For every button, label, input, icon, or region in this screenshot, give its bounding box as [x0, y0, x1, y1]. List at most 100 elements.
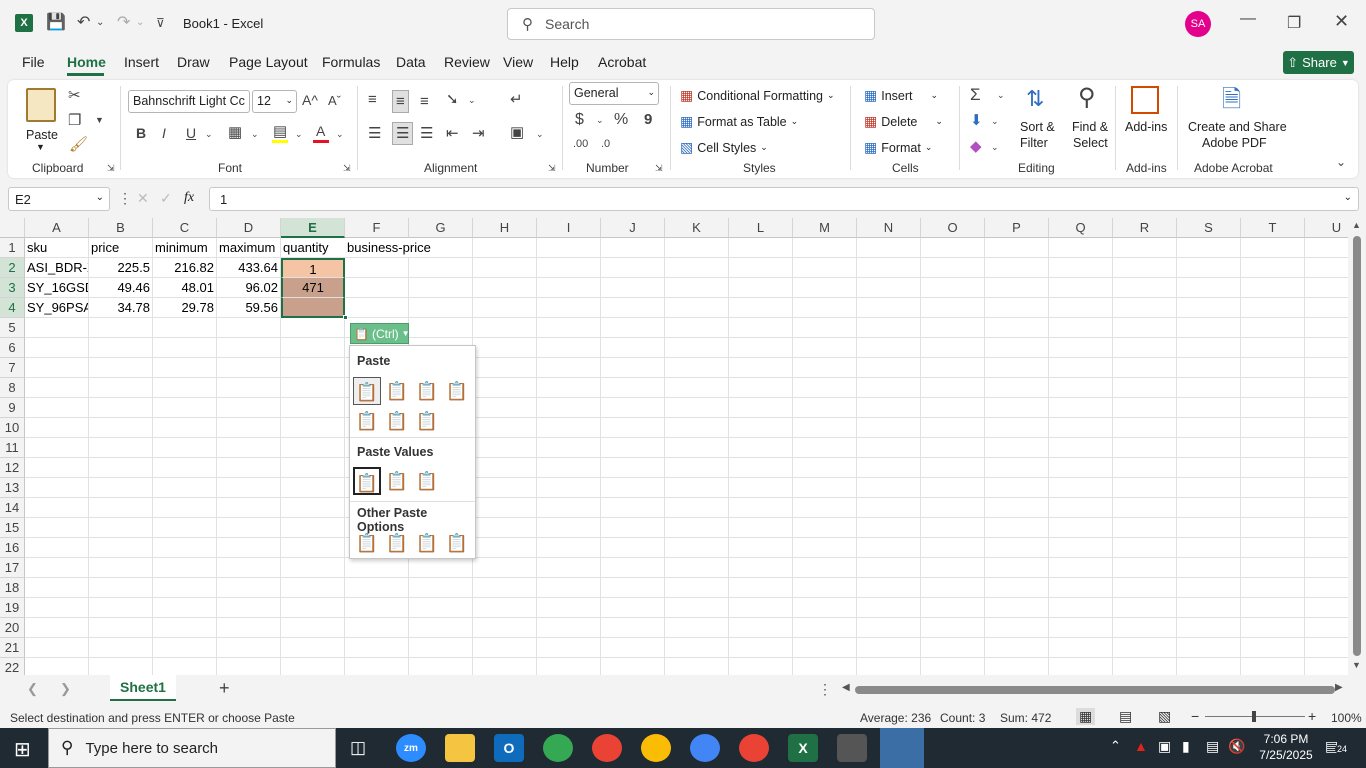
row-header-10[interactable]: 10 [0, 418, 25, 438]
cell[interactable] [1305, 658, 1348, 675]
cell[interactable] [793, 518, 857, 538]
cell[interactable] [217, 618, 281, 638]
cell[interactable] [217, 558, 281, 578]
cell[interactable] [1177, 598, 1241, 618]
cell[interactable] [793, 538, 857, 558]
next-sheet-icon[interactable]: ❯ [60, 681, 71, 697]
cell[interactable] [601, 298, 665, 318]
select-all-corner[interactable] [0, 218, 25, 238]
cell[interactable] [665, 318, 729, 338]
cell[interactable] [1305, 558, 1348, 578]
cell[interactable] [1113, 598, 1177, 618]
horizontal-scrollbar[interactable]: ◀ ▶ [840, 681, 1348, 699]
cell[interactable] [1113, 258, 1177, 278]
undo-dropdown-icon[interactable]: ⌄ [96, 17, 104, 28]
cell[interactable] [601, 258, 665, 278]
cell[interactable] [25, 498, 89, 518]
cell[interactable] [793, 398, 857, 418]
formula-input[interactable]: 1 ⌄ [209, 187, 1359, 211]
cell[interactable] [153, 538, 217, 558]
cell[interactable] [537, 518, 601, 538]
cell[interactable] [729, 618, 793, 638]
cell[interactable] [1049, 258, 1113, 278]
cell[interactable] [473, 658, 537, 675]
cell[interactable] [793, 618, 857, 638]
cell[interactable] [665, 658, 729, 675]
autosum-icon[interactable]: Σ [970, 86, 981, 103]
cell[interactable] [1241, 458, 1305, 478]
cell[interactable] [345, 618, 409, 638]
zoom-app-icon[interactable]: zm [396, 734, 426, 762]
cell[interactable] [985, 558, 1049, 578]
cell[interactable] [1177, 658, 1241, 675]
cell[interactable] [921, 298, 985, 318]
row-header-14[interactable]: 14 [0, 498, 25, 518]
prev-sheet-icon[interactable]: ❮ [27, 681, 38, 697]
cell[interactable] [985, 658, 1049, 675]
grow-font-icon[interactable]: A^ [302, 93, 318, 107]
cell[interactable] [729, 398, 793, 418]
cell[interactable] [729, 298, 793, 318]
qat-customize-icon[interactable]: ⊽ [156, 16, 165, 30]
cell[interactable] [281, 538, 345, 558]
cell[interactable] [409, 638, 473, 658]
row-header-6[interactable]: 6 [0, 338, 25, 358]
cell[interactable] [345, 638, 409, 658]
values-number-format-icon[interactable]: 📋 [383, 467, 411, 495]
cell[interactable] [985, 638, 1049, 658]
cell[interactable] [601, 538, 665, 558]
cell[interactable] [601, 278, 665, 298]
add-ins-button[interactable]: Add-ins [1122, 86, 1172, 146]
cell[interactable] [25, 358, 89, 378]
data-cell[interactable] [281, 298, 345, 318]
cell[interactable] [1049, 358, 1113, 378]
cell[interactable] [665, 238, 729, 258]
bold-button[interactable]: B [136, 126, 146, 140]
cell[interactable] [665, 498, 729, 518]
cell[interactable] [89, 558, 153, 578]
cell[interactable] [153, 318, 217, 338]
cell[interactable] [25, 578, 89, 598]
cell[interactable] [857, 578, 921, 598]
cell[interactable] [1049, 438, 1113, 458]
tab-draw[interactable]: Draw [177, 54, 210, 70]
row-header-11[interactable]: 11 [0, 438, 25, 458]
cell[interactable] [665, 378, 729, 398]
column-header-t[interactable]: T [1241, 218, 1305, 238]
cell[interactable] [1241, 518, 1305, 538]
top-align-icon[interactable]: ≡ [368, 92, 377, 107]
cell[interactable] [537, 278, 601, 298]
tab-file[interactable]: File [22, 54, 45, 70]
cell[interactable] [217, 438, 281, 458]
sheet-tab-sheet1[interactable]: Sheet1 [110, 675, 176, 701]
cell[interactable] [729, 638, 793, 658]
cell[interactable] [857, 398, 921, 418]
cell[interactable] [1177, 558, 1241, 578]
cell[interactable] [665, 518, 729, 538]
cell[interactable] [985, 418, 1049, 438]
row-header-12[interactable]: 12 [0, 458, 25, 478]
meet-now-icon[interactable]: ▣ [1158, 738, 1171, 755]
cell[interactable] [921, 558, 985, 578]
cell[interactable] [601, 438, 665, 458]
conditional-formatting-button[interactable]: ▦ Conditional Formatting ⌄ [680, 87, 835, 104]
cell[interactable] [793, 598, 857, 618]
cell[interactable] [729, 378, 793, 398]
cell[interactable] [537, 298, 601, 318]
cell[interactable] [601, 338, 665, 358]
data-cell[interactable]: 433.64 [217, 258, 281, 278]
cell[interactable] [1177, 578, 1241, 598]
cell[interactable] [1241, 618, 1305, 638]
cell[interactable] [217, 418, 281, 438]
middle-align-icon[interactable]: ≡ [392, 90, 409, 113]
cell[interactable] [281, 598, 345, 618]
cell[interactable] [537, 598, 601, 618]
number-launcher-icon[interactable]: ⇲ [655, 164, 663, 173]
italic-button[interactable]: I [162, 126, 166, 140]
cell[interactable] [921, 398, 985, 418]
cell[interactable] [601, 318, 665, 338]
paste-values-icon[interactable]: 📋 [353, 467, 381, 495]
cell[interactable] [793, 458, 857, 478]
paste-picture-icon[interactable]: 📋 [413, 529, 441, 557]
cell[interactable] [409, 318, 473, 338]
